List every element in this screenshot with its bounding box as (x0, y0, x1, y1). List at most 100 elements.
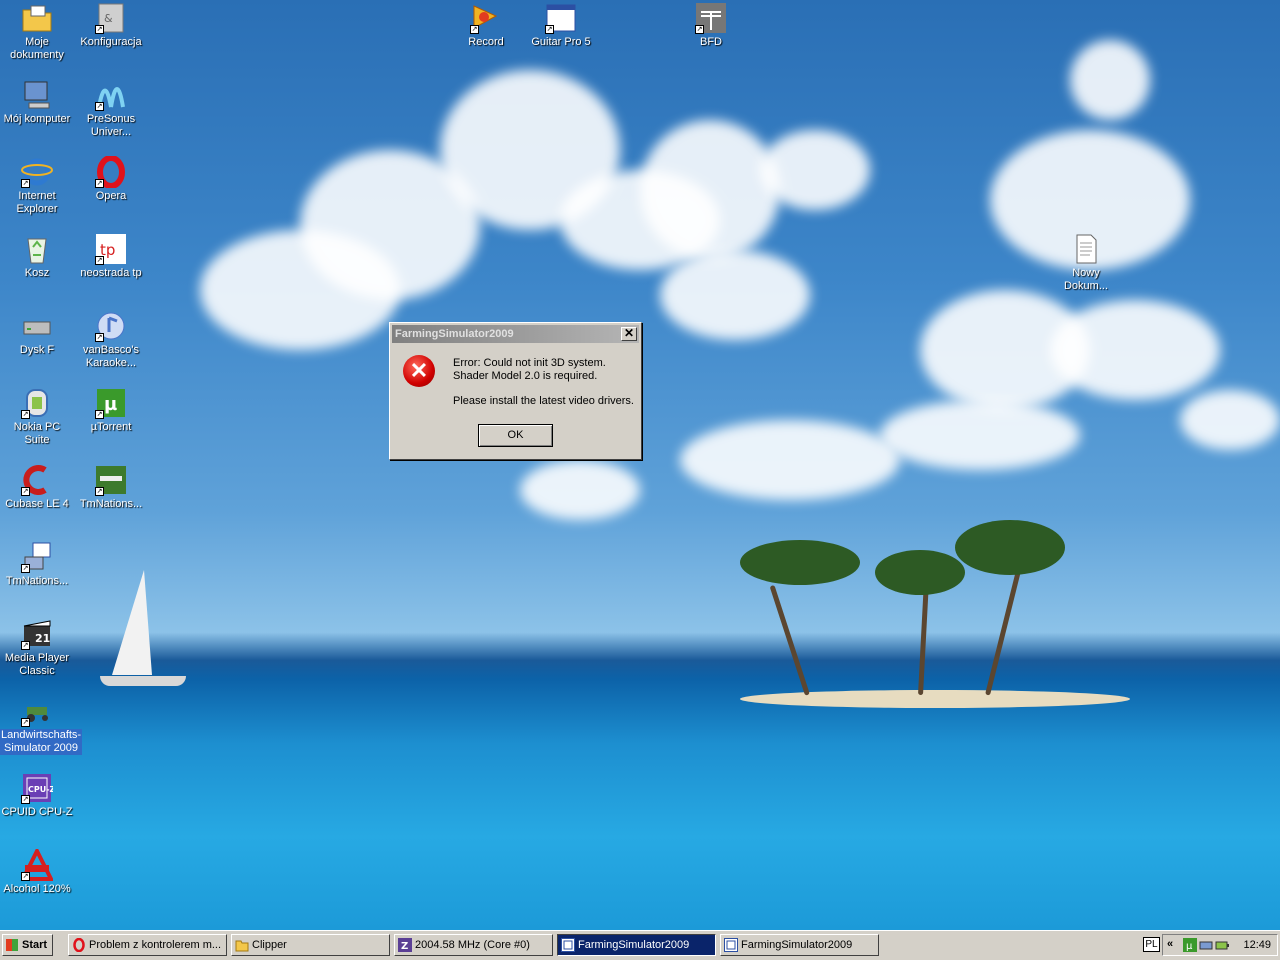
cloud (1070, 40, 1150, 120)
taskbar-button-cpu-frequency[interactable]: Z 2004.58 MHz (Core #0) (394, 934, 553, 956)
battery-tray-icon[interactable] (1215, 938, 1229, 952)
desktop-icon-presonus[interactable]: ↗ PreSonus Univer... (74, 79, 148, 139)
palm-trunk (985, 563, 1023, 696)
desktop-icon-moje-dokumenty[interactable]: Moje dokumenty (0, 2, 74, 62)
palm-trunk (918, 590, 929, 696)
app-window-icon (561, 938, 575, 952)
tmnations-icon: ↗ (95, 464, 127, 496)
desktop-icon-opera[interactable]: ↗ Opera (74, 155, 148, 203)
desktop-icon-bfd[interactable]: ↗ BFD (674, 2, 748, 49)
desktop-icon-kosz[interactable]: Kosz (0, 233, 74, 280)
error-line: Error: Could not init 3D system. (453, 357, 606, 369)
palm-leaves (955, 520, 1065, 575)
svg-text:&: & (104, 12, 113, 25)
cloud (520, 460, 640, 520)
cpuz-icon: CPU-Z ↗ (21, 772, 56, 804)
error-dialog[interactable]: FarmingSimulator2009 ✕ ✕ Error: Could no… (389, 322, 642, 460)
cloud (1180, 390, 1280, 450)
desktop-icon-tmnations-2[interactable]: ↗ TmNations... (0, 541, 74, 588)
bfd-icon: ↗ (695, 2, 727, 34)
cloud (660, 250, 810, 340)
svg-text:Z: Z (401, 941, 408, 952)
desktop-icon-guitar-pro[interactable]: ↗ Guitar Pro 5 (524, 2, 598, 49)
close-button[interactable]: ✕ (621, 327, 637, 341)
island (740, 690, 1130, 708)
tp-icon: tp ↗ (95, 233, 127, 265)
error-line: Shader Model 2.0 is required. (453, 370, 598, 382)
taskbar-button-farmingsimulator[interactable]: FarmingSimulator2009 (720, 934, 879, 956)
cubase-icon: ↗ (21, 464, 53, 496)
ie-icon: ↗ (21, 156, 53, 188)
cloud (760, 130, 870, 210)
config-icon: & ↗ (95, 2, 127, 34)
record-icon: ↗ (470, 2, 502, 34)
desktop-icon-dysk-f[interactable]: Dysk F (0, 310, 74, 357)
palm-trunk (769, 584, 810, 696)
utorrent-icon: µ ↗ (95, 387, 127, 419)
desktop-icon-vanbasco[interactable]: ↗ vanBasco's Karaoke... (74, 310, 148, 370)
computer-icon (21, 79, 53, 111)
desktop-icon-landwirtschafts-simulator[interactable]: ↗ Landwirtschafts-Simulator 2009 (0, 695, 83, 755)
svg-text:µ: µ (104, 394, 117, 415)
svg-text:21: 21 (35, 632, 50, 645)
desktop-icon-nokia-pc-suite[interactable]: ↗ Nokia PC Suite (0, 387, 74, 447)
tray-expand-chevron[interactable]: « (1167, 938, 1173, 950)
tractor-icon: ↗ (21, 695, 53, 727)
taskbar-button-farmingsimulator-active[interactable]: FarmingSimulator2009 (557, 934, 716, 956)
cloud (680, 420, 900, 500)
recycle-bin-icon (21, 233, 53, 265)
nokia-icon: ↗ (21, 387, 53, 419)
app-window-icon (724, 938, 738, 952)
svg-text:CPU-Z: CPU-Z (28, 785, 53, 794)
cloud (640, 120, 780, 260)
system-tray: « µ 12:49 (1162, 934, 1278, 956)
drive-icon (21, 310, 53, 342)
dialog-message: Error: Could not init 3D system. Shader … (453, 357, 634, 408)
desktop-icon-record[interactable]: ↗ Record (449, 2, 523, 49)
language-indicator[interactable]: PL (1143, 937, 1160, 952)
palm-leaves (740, 540, 860, 585)
palm-leaves (875, 550, 965, 595)
desktop-icon-utorrent[interactable]: µ ↗ µTorrent (74, 387, 148, 434)
start-button[interactable]: Start (2, 934, 53, 956)
taskbar: Start Problem z kontrolerem m... Clipper… (0, 930, 1280, 960)
error-icon: ✕ (403, 355, 435, 387)
error-line: Please install the latest video drivers. (453, 395, 634, 407)
desktop-icon-konfiguracja[interactable]: & ↗ Konfiguracja (74, 2, 148, 49)
folder-documents-icon (21, 2, 53, 34)
folder-icon (235, 938, 249, 952)
window-icon: ↗ (545, 2, 577, 34)
desktop-icon-media-player-classic[interactable]: 21 ↗ Media Player Classic (0, 618, 74, 678)
alcohol-icon: ↗ (19, 846, 55, 881)
utorrent-tray-icon[interactable]: µ (1183, 938, 1197, 952)
desktop-icon-moj-komputer[interactable]: Mój komputer (0, 79, 74, 126)
desktop-icon-neostrada[interactable]: tp ↗ neostrada tp (74, 233, 148, 280)
desktop-wallpaper[interactable]: Moje dokumenty & ↗ Konfiguracja ↗ Record … (0, 0, 1280, 930)
desktop-icon-cubase[interactable]: ↗ Cubase LE 4 (0, 464, 74, 511)
desktop-icon-tmnations-1[interactable]: ↗ TmNations... (74, 464, 148, 511)
desktop-icon-cpu-z[interactable]: CPU-Z ↗ CPUID CPU-Z (0, 772, 74, 819)
ok-button[interactable]: OK (478, 424, 553, 447)
karaoke-icon: ↗ (95, 310, 127, 342)
desktop-icon-internet-explorer[interactable]: ↗ Internet Explorer (0, 156, 74, 216)
cloud (880, 400, 1080, 470)
opera-icon: ↗ (95, 155, 127, 189)
presonus-icon: ↗ (95, 79, 127, 111)
windows-logo-icon (6, 939, 18, 951)
opera-icon (72, 937, 86, 953)
setup-icon: ↗ (21, 541, 53, 573)
desktop-icon-alcohol[interactable]: ↗ Alcohol 120% (0, 846, 74, 896)
sailboat-sail (112, 570, 152, 675)
svg-text:µ: µ (1186, 941, 1193, 952)
taskbar-button-clipper[interactable]: Clipper (231, 934, 390, 956)
dialog-titlebar[interactable]: FarmingSimulator2009 ✕ (392, 325, 639, 343)
taskbar-button-opera[interactable]: Problem z kontrolerem m... (68, 934, 227, 956)
clock[interactable]: 12:49 (1243, 935, 1271, 955)
dialog-title: FarmingSimulator2009 (395, 328, 514, 340)
cpu-freq-icon: Z (398, 938, 412, 952)
text-document-icon (1070, 233, 1102, 265)
network-tray-icon[interactable] (1199, 938, 1213, 952)
desktop-icon-nowy-dokument[interactable]: Nowy Dokum... (1049, 233, 1123, 293)
media-player-icon: 21 ↗ (21, 618, 53, 650)
cloud (1050, 300, 1220, 400)
